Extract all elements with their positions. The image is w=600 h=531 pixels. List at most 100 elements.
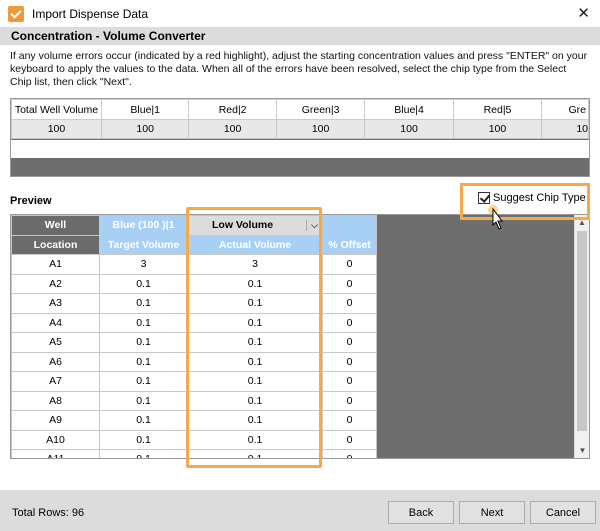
total-rows-value: 96	[71, 507, 85, 519]
actual-volume-header: Actual Volume	[187, 234, 323, 255]
location-cell: A8	[11, 390, 100, 411]
instructions-text: If any volume errors occur (indicated by…	[10, 50, 588, 88]
target-volume-header: Target Volume	[99, 234, 188, 255]
preview-label: Preview	[10, 195, 52, 207]
total-rows: Total Rows: 96	[12, 507, 84, 519]
offset-cell: 0	[322, 429, 377, 450]
grid-empty-row	[11, 140, 589, 158]
target-cell: 3	[99, 254, 188, 275]
concentration-cell[interactable]: 100	[11, 119, 102, 139]
actual-cell: 3	[187, 254, 323, 275]
table-row: A7 0.1 0.1 0	[11, 371, 377, 392]
location-cell: A10	[11, 429, 100, 450]
back-button[interactable]: Back	[388, 501, 454, 524]
offset-cell: 0	[322, 293, 377, 314]
grid-header: Red|5	[452, 99, 543, 120]
table-row: A9 0.1 0.1 0	[11, 410, 377, 431]
cancel-button[interactable]: Cancel	[530, 501, 596, 524]
table-row: A5 0.1 0.1 0	[11, 332, 377, 353]
concentration-cell[interactable]: 100	[100, 119, 190, 139]
chip-type-select[interactable]: Low Volume ⌵	[187, 215, 323, 236]
offset-cell: 0	[322, 390, 377, 411]
offset-cell: 0	[322, 273, 377, 294]
location-cell: A1	[11, 254, 100, 275]
target-cell: 0.1	[99, 293, 188, 314]
actual-cell: 0.1	[187, 293, 323, 314]
offset-cell: 0	[322, 410, 377, 431]
concentration-cell[interactable]: 100	[188, 119, 277, 139]
table-row: A8 0.1 0.1 0	[11, 390, 377, 411]
scroll-down-icon[interactable]: ▼	[575, 443, 589, 458]
offset-cell: 0	[322, 312, 377, 333]
concentration-cell[interactable]: 100	[275, 119, 366, 139]
target-cell: 0.1	[99, 273, 188, 294]
table-row: A110.10.10	[11, 449, 377, 458]
target-cell: 0.1	[99, 312, 188, 333]
actual-cell: 0.1	[187, 449, 323, 458]
actual-cell: 0.1	[187, 351, 323, 372]
page-title: Concentration - Volume Converter	[11, 29, 206, 43]
location-cell: A2	[11, 273, 100, 294]
close-icon[interactable]: ✕	[577, 4, 590, 22]
next-button[interactable]: Next	[459, 501, 525, 524]
offset-cell: 0	[322, 351, 377, 372]
well-header: Well	[11, 215, 100, 236]
cursor-icon	[488, 205, 503, 230]
actual-cell: 0.1	[187, 390, 323, 411]
concentration-cell[interactable]: 10	[541, 119, 589, 139]
offset-header: % Offset	[322, 234, 377, 255]
scroll-up-icon[interactable]: ▲	[575, 215, 589, 230]
table-row: A4 0.1 0.1 0	[11, 312, 377, 333]
header-band: Concentration - Volume Converter	[0, 27, 600, 45]
grid-header: Green|3	[275, 99, 366, 120]
app-icon	[8, 5, 24, 22]
suggest-chip-type-checkbox[interactable]: Suggest Chip Type	[478, 192, 586, 204]
target-cell: 0.1	[99, 410, 188, 431]
actual-cell: 0.1	[187, 312, 323, 333]
offset-cell: 0	[322, 254, 377, 275]
chip-type-selected[interactable]: Low Volume	[212, 219, 273, 231]
blank-header	[322, 215, 377, 236]
target-cell: 0.1	[99, 390, 188, 411]
table-row: A10 0.1 0.1 0	[11, 429, 377, 450]
table-row: A1 3 3 0	[11, 254, 377, 275]
target-cell: 0.1	[99, 449, 188, 458]
table-row: A3 0.1 0.1 0	[11, 293, 377, 314]
location-cell: A3	[11, 293, 100, 314]
checkbox-check-icon[interactable]	[478, 192, 490, 204]
blue-header: Blue (100 )|1	[99, 215, 188, 236]
vertical-scrollbar[interactable]: ▲ ▼	[574, 215, 589, 458]
target-cell: 0.1	[99, 371, 188, 392]
concentration-cell[interactable]: 100	[452, 119, 543, 139]
location-cell: A5	[11, 332, 100, 353]
scroll-thumb[interactable]	[577, 231, 587, 431]
concentration-grid: Total Well Volume Blue|1 Red|2 Green|3 B…	[10, 98, 590, 177]
actual-cell: 0.1	[187, 410, 323, 431]
target-cell: 0.1	[99, 429, 188, 450]
location-header: Location	[11, 234, 100, 255]
location-cell: A7	[11, 371, 100, 392]
grid-header: Blue|1	[100, 99, 190, 120]
title-bar: Import Dispense Data ✕	[0, 0, 600, 27]
grid-header: Total Well Volume	[11, 99, 102, 120]
offset-cell: 0	[322, 449, 377, 458]
location-cell: A4	[11, 312, 100, 333]
suggest-chip-type-label[interactable]: Suggest Chip Type	[493, 192, 586, 204]
preview-grid: Well Blue (100 )|1 Low Volume ⌵ Location…	[10, 214, 590, 459]
chevron-down-icon[interactable]: ⌵	[306, 219, 318, 231]
window-title: Import Dispense Data	[32, 6, 149, 21]
location-cell: A6	[11, 351, 100, 372]
location-cell: A11	[11, 449, 100, 458]
location-cell: A9	[11, 410, 100, 431]
concentration-cell[interactable]: 100	[364, 119, 454, 139]
grid-header: Gre	[541, 99, 589, 120]
target-cell: 0.1	[99, 332, 188, 353]
actual-cell: 0.1	[187, 429, 323, 450]
total-rows-label: Total Rows:	[12, 507, 69, 519]
table-row: A6 0.1 0.1 0	[11, 351, 377, 372]
actual-cell: 0.1	[187, 332, 323, 353]
grid-header: Red|2	[188, 99, 277, 120]
offset-cell: 0	[322, 371, 377, 392]
offset-cell: 0	[322, 332, 377, 353]
preview-table: Well Blue (100 )|1 Low Volume ⌵ Location…	[11, 215, 377, 458]
